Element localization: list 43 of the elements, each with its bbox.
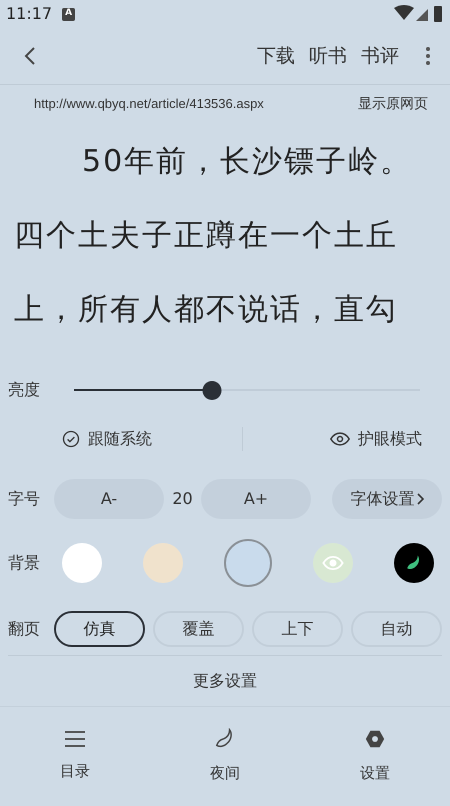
font-size-value: 20 — [171, 488, 194, 510]
font-size-label: 字号 — [8, 488, 41, 510]
page-turn-option[interactable]: 仿真 — [54, 611, 145, 647]
check-circle-icon — [62, 430, 80, 448]
background-swatch[interactable] — [143, 543, 183, 583]
page-turn-option[interactable]: 自动 — [351, 611, 442, 647]
bottom-nav-item[interactable]: 设置 — [300, 707, 450, 806]
status-time: 11:17 — [6, 3, 52, 25]
background-label: 背景 — [8, 552, 41, 574]
slider-thumb[interactable] — [202, 380, 222, 400]
background-swatch[interactable] — [313, 543, 353, 583]
show-original-link[interactable]: 显示原网页 — [358, 94, 428, 114]
page-turn-label: 翻页 — [8, 618, 41, 640]
toolbar-action[interactable]: 书评 — [354, 42, 406, 70]
article-text: 四个土夫子正蹲在一个土丘 — [14, 217, 399, 255]
chevron-right-icon — [416, 493, 424, 505]
page-turn-option[interactable]: 上下 — [252, 611, 343, 647]
increase-font-button[interactable]: A+ — [201, 479, 311, 519]
bottom-nav-item[interactable]: 夜间 — [150, 707, 300, 806]
background-swatch[interactable] — [224, 539, 272, 587]
eye-care-button[interactable]: 护眼模式 — [242, 427, 450, 451]
follow-system-button[interactable]: 跟随系统 — [0, 427, 242, 451]
page-turn-option[interactable]: 覆盖 — [153, 611, 244, 647]
more-settings-button[interactable]: 更多设置 — [0, 656, 450, 706]
eye-icon — [322, 556, 344, 570]
background-swatch[interactable] — [62, 543, 102, 583]
eye-icon — [330, 432, 350, 446]
settings-icon — [364, 728, 386, 750]
status-icons — [394, 5, 444, 23]
article-text: 上，所有人都不说话，直勾 — [14, 291, 399, 329]
toolbar-action[interactable]: 听书 — [302, 42, 354, 70]
brightness-slider[interactable] — [74, 380, 420, 400]
brightness-label: 亮度 — [8, 379, 41, 401]
article-text: 50年前，长沙镖子岭。 — [81, 143, 414, 181]
bottom-nav-item[interactable]: 目录 — [0, 707, 150, 806]
more-icon — [426, 47, 430, 65]
notification-icon: A — [62, 8, 76, 20]
menu-icon — [64, 730, 86, 748]
toolbar-action[interactable]: 下载 — [250, 42, 302, 70]
font-settings-button[interactable]: 字体设置 — [332, 479, 442, 519]
decrease-font-button[interactable]: A- — [54, 479, 164, 519]
source-url: http://www.qbyq.net/article/413536.aspx — [34, 95, 264, 114]
background-swatch[interactable] — [394, 543, 434, 583]
